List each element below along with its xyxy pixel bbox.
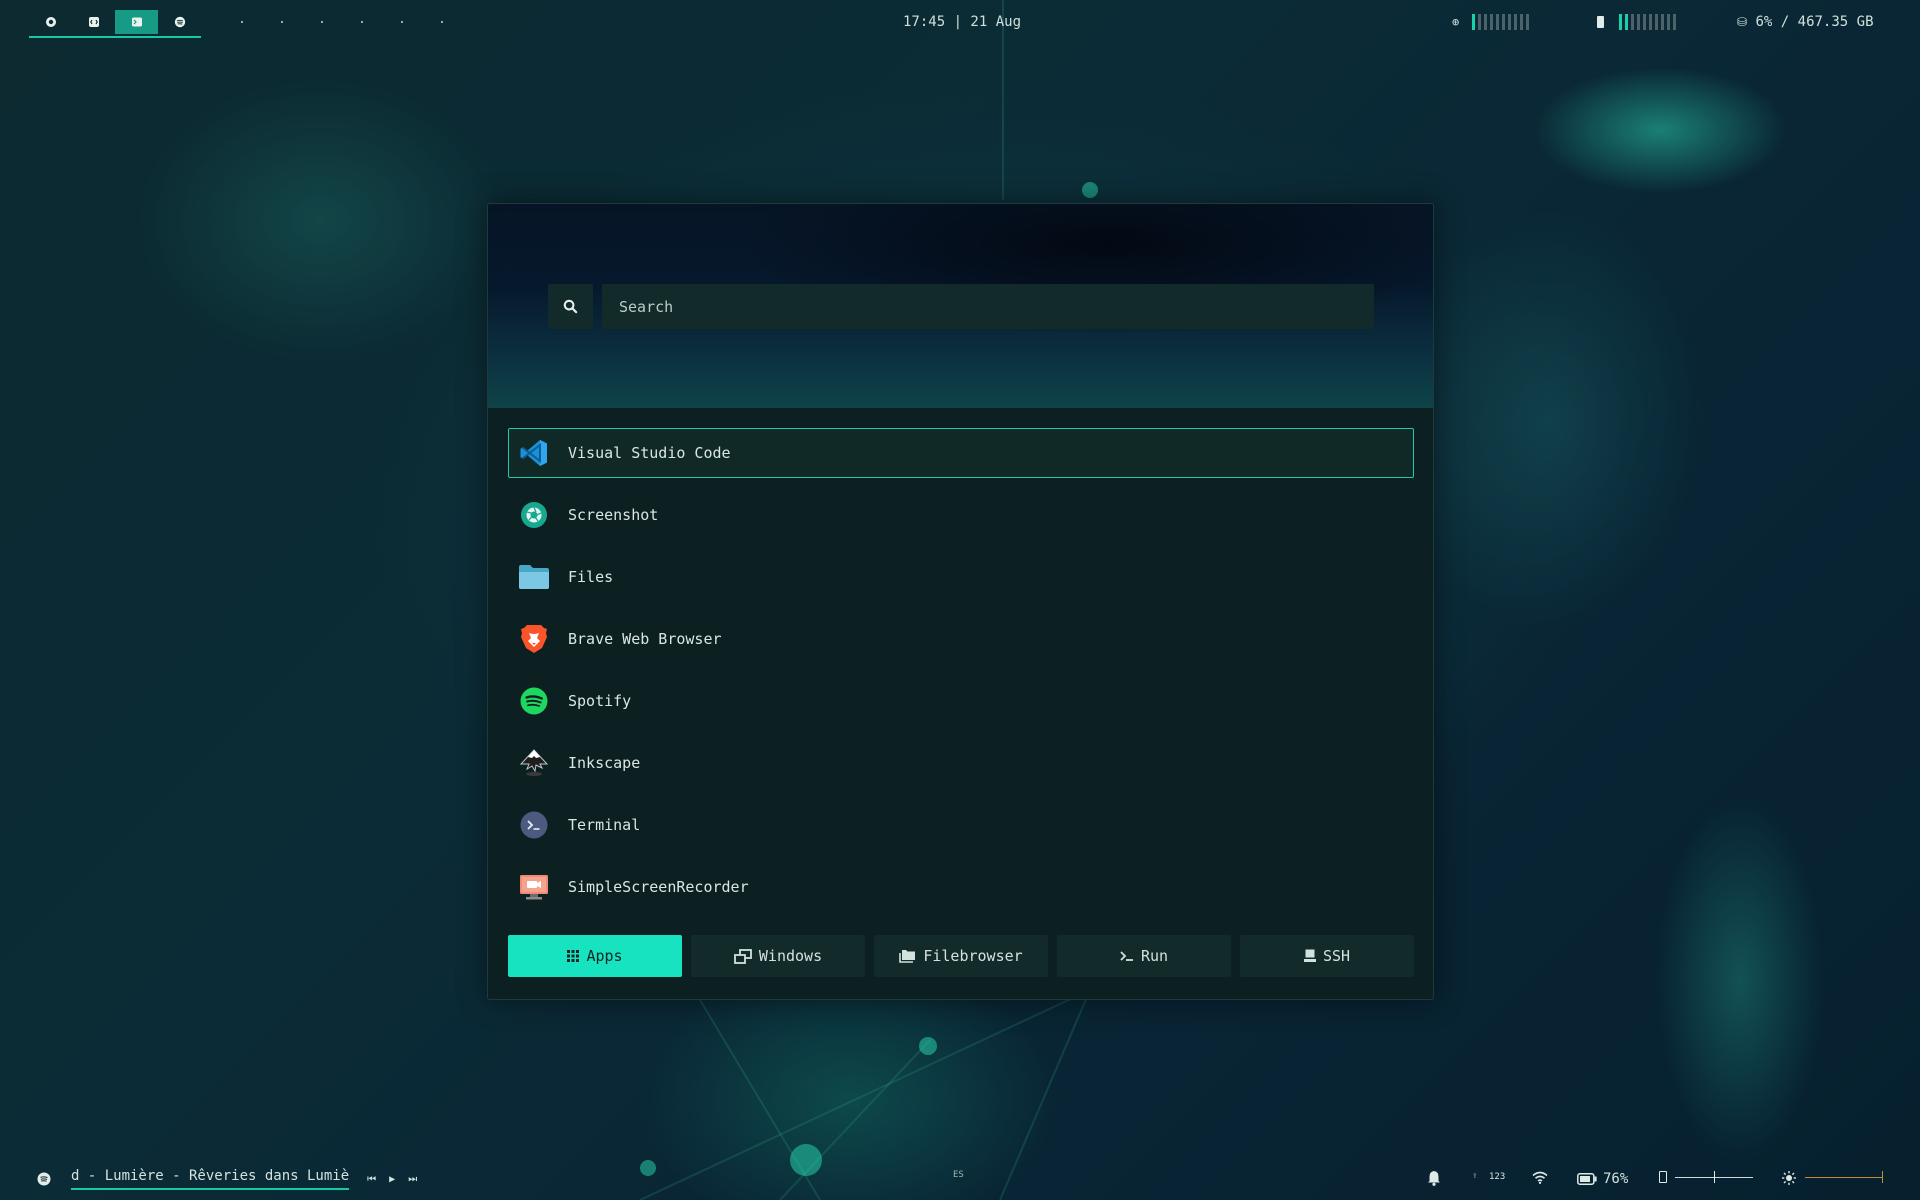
vscode-icon bbox=[518, 437, 550, 469]
empty-workspaces: . . . . . . bbox=[222, 12, 462, 26]
app-label: Terminal bbox=[568, 816, 641, 834]
prompt-icon bbox=[1120, 951, 1133, 961]
tab-filebrowser[interactable]: Filebrowser bbox=[874, 935, 1048, 977]
app-label: SimpleScreenRecorder bbox=[568, 878, 749, 896]
app-item-spotify[interactable]: Spotify bbox=[508, 676, 1414, 726]
tab-label: Apps bbox=[586, 947, 623, 965]
tab-windows[interactable]: Windows bbox=[691, 935, 865, 977]
app-label: Inkscape bbox=[568, 754, 641, 772]
search-button[interactable] bbox=[548, 284, 593, 329]
disk-icon: ⛁ bbox=[1737, 15, 1748, 29]
app-item-terminal[interactable]: Terminal bbox=[508, 800, 1414, 850]
wifi-icon[interactable] bbox=[1532, 1171, 1548, 1184]
screen-recorder-icon bbox=[518, 871, 550, 903]
speaker-icon bbox=[1659, 1171, 1667, 1183]
windows-icon bbox=[733, 948, 752, 964]
bottom-bar: d - Lumière - Rêveries dans Lumiè ⏮ ▶ ⏭ … bbox=[0, 1160, 1920, 1200]
app-item-brave-web-browser[interactable]: Brave Web Browser bbox=[508, 614, 1414, 664]
battery-icon bbox=[1577, 1173, 1597, 1185]
volume-slider[interactable] bbox=[1675, 1171, 1753, 1183]
tab-label: Windows bbox=[758, 947, 823, 965]
workspace-2-code-icon[interactable] bbox=[72, 10, 115, 34]
app-label: Brave Web Browser bbox=[568, 630, 722, 648]
brave-icon bbox=[518, 623, 550, 655]
brightness-icon bbox=[1782, 1171, 1796, 1185]
folders-icon bbox=[899, 950, 916, 963]
media-player: d - Lumière - Rêveries dans Lumiè ⏮ ▶ ⏭ bbox=[37, 1168, 417, 1190]
empty-workspace[interactable]: . bbox=[342, 12, 382, 26]
workspace-3-terminal-icon[interactable] bbox=[115, 10, 158, 34]
volume-handle[interactable] bbox=[1714, 1171, 1715, 1183]
folder-icon bbox=[518, 561, 550, 593]
app-label: Screenshot bbox=[568, 506, 659, 524]
app-item-inkscape[interactable]: Inkscape bbox=[508, 738, 1414, 788]
workspace-switcher bbox=[29, 10, 201, 38]
app-item-simplescreenrecorder[interactable]: SimpleScreenRecorder bbox=[508, 862, 1414, 912]
search-input[interactable] bbox=[602, 284, 1374, 329]
bell-icon[interactable] bbox=[1427, 1170, 1441, 1186]
spotify-icon[interactable] bbox=[37, 1172, 51, 1186]
app-label: Files bbox=[568, 568, 614, 586]
volume-control[interactable] bbox=[1659, 1171, 1753, 1183]
tab-label: Filebrowser bbox=[923, 947, 1023, 965]
next-track-button[interactable]: ⏭ bbox=[408, 1174, 417, 1185]
tab-apps[interactable]: Apps bbox=[508, 935, 682, 977]
num-lock-indicator: 123 bbox=[1489, 1172, 1506, 1182]
empty-workspace[interactable]: . bbox=[422, 12, 462, 26]
launcher-mode-tabs: Apps Windows Filebrowser Run SSH bbox=[508, 935, 1414, 977]
app-launcher: Visual Studio Code Screenshot Files bbox=[487, 203, 1434, 1000]
app-label: Spotify bbox=[568, 692, 632, 710]
app-item-files[interactable]: Files bbox=[508, 552, 1414, 602]
cpu-monitor: ⊕ bbox=[1452, 14, 1530, 30]
empty-workspace[interactable]: . bbox=[262, 12, 302, 26]
computer-icon bbox=[1303, 949, 1316, 962]
disk-usage-text: 6% / 467.35 GB bbox=[1755, 14, 1874, 30]
cpu-icon: ⊕ bbox=[1452, 15, 1460, 29]
grid-icon bbox=[567, 950, 580, 962]
caps-lock-icon: ⇪ bbox=[1472, 1171, 1478, 1181]
memory-icon bbox=[1597, 16, 1604, 28]
previous-track-button[interactable]: ⏮ bbox=[367, 1174, 376, 1185]
battery[interactable]: 76% bbox=[1577, 1171, 1628, 1187]
workspace-1-chrome-icon[interactable] bbox=[29, 10, 72, 34]
battery-percent: 76% bbox=[1603, 1171, 1629, 1187]
launcher-header bbox=[488, 204, 1433, 408]
tab-label: SSH bbox=[1322, 947, 1351, 965]
now-playing-track[interactable]: d - Lumière - Rêveries dans Lumiè bbox=[71, 1168, 350, 1190]
workspace-4-spotify-icon[interactable] bbox=[158, 10, 201, 34]
memory-monitor bbox=[1597, 14, 1676, 30]
app-list: Visual Studio Code Screenshot Files Brav… bbox=[508, 428, 1414, 924]
tab-ssh[interactable]: SSH bbox=[1240, 935, 1414, 977]
brightness-handle[interactable] bbox=[1882, 1171, 1883, 1183]
tab-run[interactable]: Run bbox=[1057, 935, 1231, 977]
brightness-slider[interactable] bbox=[1805, 1171, 1883, 1183]
app-item-screenshot[interactable]: Screenshot bbox=[508, 490, 1414, 540]
inkscape-icon bbox=[518, 747, 550, 779]
terminal-icon bbox=[518, 809, 550, 841]
play-button[interactable]: ▶ bbox=[389, 1174, 395, 1185]
screenshot-icon bbox=[518, 499, 550, 531]
app-label: Visual Studio Code bbox=[568, 444, 731, 462]
brightness-track bbox=[1805, 1177, 1883, 1178]
clock[interactable]: 17:45 | 21 Aug bbox=[903, 14, 1021, 30]
tab-label: Run bbox=[1140, 947, 1169, 965]
disk-usage: ⛁ 6% / 467.35 GB bbox=[1737, 14, 1874, 30]
app-item-visual-studio-code[interactable]: Visual Studio Code bbox=[508, 428, 1414, 478]
empty-workspace[interactable]: . bbox=[302, 12, 342, 26]
empty-workspace[interactable]: . bbox=[222, 12, 262, 26]
keyboard-layout[interactable]: ES bbox=[953, 1170, 964, 1180]
top-bar: . . . . . . 17:45 | 21 Aug ⊕ ⛁ 6% / 467.… bbox=[0, 0, 1920, 46]
search-icon bbox=[563, 299, 578, 314]
empty-workspace[interactable]: . bbox=[382, 12, 422, 26]
spotify-icon bbox=[518, 685, 550, 717]
